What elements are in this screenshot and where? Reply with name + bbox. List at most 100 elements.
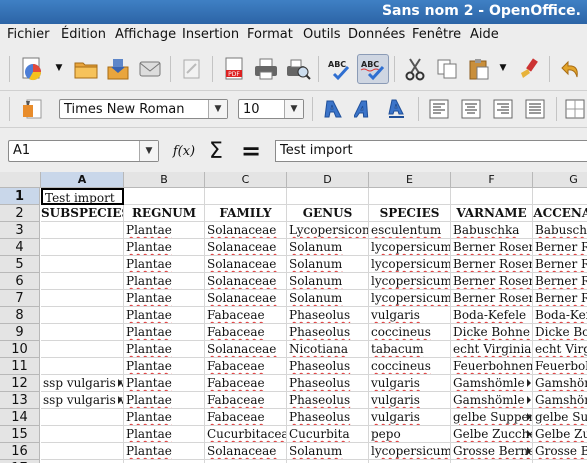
cell-f11[interactable]: Feuerbohnen [451, 358, 533, 375]
cell-c16[interactable]: Solanaceae [205, 443, 287, 460]
cell-b11[interactable]: Plantae [124, 358, 205, 375]
cell-e9[interactable]: coccineus [369, 324, 451, 341]
cell-g4[interactable]: Berner Rosen [533, 239, 587, 256]
cell-f6[interactable]: Berner Rosen [451, 273, 533, 290]
cell-e11[interactable]: coccineus [369, 358, 451, 375]
paste-icon[interactable] [464, 55, 494, 83]
undo-icon[interactable] [556, 55, 586, 83]
cell-g7[interactable]: Berner Rosen [533, 290, 587, 307]
menu-aide[interactable]: Aide [470, 27, 499, 42]
cell-a9[interactable] [41, 324, 124, 341]
cell-e7[interactable]: lycopersicum [369, 290, 451, 307]
cell-b3[interactable]: Plantae [124, 222, 205, 239]
align-center-icon[interactable] [456, 95, 486, 123]
cell-a6[interactable] [41, 273, 124, 290]
cell-d6[interactable]: Solanum [287, 273, 369, 290]
cell-f7[interactable]: Berner Rosen [451, 290, 533, 307]
cell-e16[interactable]: lycopersicum [369, 443, 451, 460]
cell-e3[interactable]: esculentum [369, 222, 451, 239]
cell-d5[interactable]: Solanum [287, 256, 369, 273]
cell-a16[interactable] [41, 443, 124, 460]
cell-a8[interactable] [41, 307, 124, 324]
justify-icon[interactable] [520, 95, 550, 123]
underline-icon[interactable] [382, 95, 412, 123]
cell-b12[interactable]: Plantae [124, 375, 205, 392]
cell-d11[interactable]: Phaseolus [287, 358, 369, 375]
cell-a10[interactable] [41, 341, 124, 358]
menu-edition[interactable]: Édition [61, 27, 106, 42]
row-header-13[interactable]: 13 [0, 392, 40, 409]
cell-e12[interactable]: vulgaris [369, 375, 451, 392]
row-header-7[interactable]: 7 [0, 290, 40, 307]
chevron-down-icon[interactable]: ▼ [284, 100, 303, 118]
cell-g9[interactable]: Dicke Bohne [533, 324, 587, 341]
cell-a2[interactable]: SUBSPECIES [41, 205, 124, 222]
new-document-icon[interactable] [17, 55, 47, 83]
cut-icon[interactable] [400, 55, 430, 83]
cell-f4[interactable]: Berner Rosen [451, 239, 533, 256]
cell-d9[interactable]: Phaseolus [287, 324, 369, 341]
row-header-8[interactable]: 8 [0, 307, 40, 324]
cell-b6[interactable]: Plantae [124, 273, 205, 290]
sum-icon[interactable]: Σ [202, 138, 230, 164]
autospellcheck-icon[interactable]: ABC [357, 54, 389, 84]
cell-b15[interactable]: Plantae [124, 426, 205, 443]
cell-a11[interactable] [41, 358, 124, 375]
menu-insertion[interactable]: Insertion [182, 27, 239, 42]
cell-d14[interactable]: Phaseolus [287, 409, 369, 426]
menu-fenetre[interactable]: Fenêtre [412, 27, 461, 42]
column-header-d[interactable]: D [287, 172, 369, 188]
cell-e15[interactable]: pepo [369, 426, 451, 443]
italic-icon[interactable] [350, 95, 380, 123]
cell-g5[interactable]: Berner Rosen [533, 256, 587, 273]
cell-g14[interactable]: gelbe Suppen [533, 409, 587, 426]
cell-d4[interactable]: Solanum [287, 239, 369, 256]
row-header-16[interactable]: 16 [0, 443, 40, 460]
row-header-15[interactable]: 15 [0, 426, 40, 443]
cell-b10[interactable]: Plantae [124, 341, 205, 358]
cell-f12[interactable]: Gamshömle [451, 375, 533, 392]
row-header-12[interactable]: 12 [0, 375, 40, 392]
cell-c3[interactable]: Solanaceae [205, 222, 287, 239]
cell-g15[interactable]: Gelbe Zucche [533, 426, 587, 443]
cell-b9[interactable]: Plantae [124, 324, 205, 341]
cell-d7[interactable]: Solanum [287, 290, 369, 307]
font-size-combo[interactable]: 10 ▼ [238, 99, 304, 119]
cell-e1[interactable] [369, 188, 451, 205]
cell-a14[interactable] [41, 409, 124, 426]
cell-b16[interactable]: Plantae [124, 443, 205, 460]
cell-g12[interactable]: Gamshömle [533, 375, 587, 392]
cell-f2[interactable]: VARNAME [451, 205, 533, 222]
cell-g16[interactable]: Grosse Berner [533, 443, 587, 460]
cell-b2[interactable]: REGNUM [124, 205, 205, 222]
cell-d10[interactable]: Nicotiana [287, 341, 369, 358]
row-header-11[interactable]: 11 [0, 358, 40, 375]
menu-donnees[interactable]: Données [348, 27, 405, 42]
cell-c10[interactable]: Solanaceae [205, 341, 287, 358]
row-header-14[interactable]: 14 [0, 409, 40, 426]
cell-a15[interactable] [41, 426, 124, 443]
cell-g6[interactable]: Berner Rosen [533, 273, 587, 290]
column-header-f[interactable]: F [451, 172, 533, 188]
cell-f8[interactable]: Boda-Kefele [451, 307, 533, 324]
menu-format[interactable]: Format [247, 27, 293, 42]
row-header-1[interactable]: 1 [0, 188, 40, 205]
cell-c6[interactable]: Solanaceae [205, 273, 287, 290]
cell-c4[interactable]: Solanaceae [205, 239, 287, 256]
cell-e14[interactable]: vulgaris [369, 409, 451, 426]
cell-c7[interactable]: Solanaceae [205, 290, 287, 307]
cell-f9[interactable]: Dicke Bohne [451, 324, 533, 341]
cell-c1[interactable] [205, 188, 287, 205]
row-header-9[interactable]: 9 [0, 324, 40, 341]
row-header-5[interactable]: 5 [0, 256, 40, 273]
cell-a4[interactable] [41, 239, 124, 256]
cell-b13[interactable]: Plantae [124, 392, 205, 409]
cell-g10[interactable]: echt Virginia [533, 341, 587, 358]
row-header-10[interactable]: 10 [0, 341, 40, 358]
row-header-3[interactable]: 3 [0, 222, 40, 239]
cell-e6[interactable]: lycopersicum [369, 273, 451, 290]
cell-g3[interactable]: Babuschka [533, 222, 587, 239]
cell-a3[interactable] [41, 222, 124, 239]
cell-e4[interactable]: lycopersicum [369, 239, 451, 256]
open-folder-icon[interactable] [71, 55, 101, 83]
